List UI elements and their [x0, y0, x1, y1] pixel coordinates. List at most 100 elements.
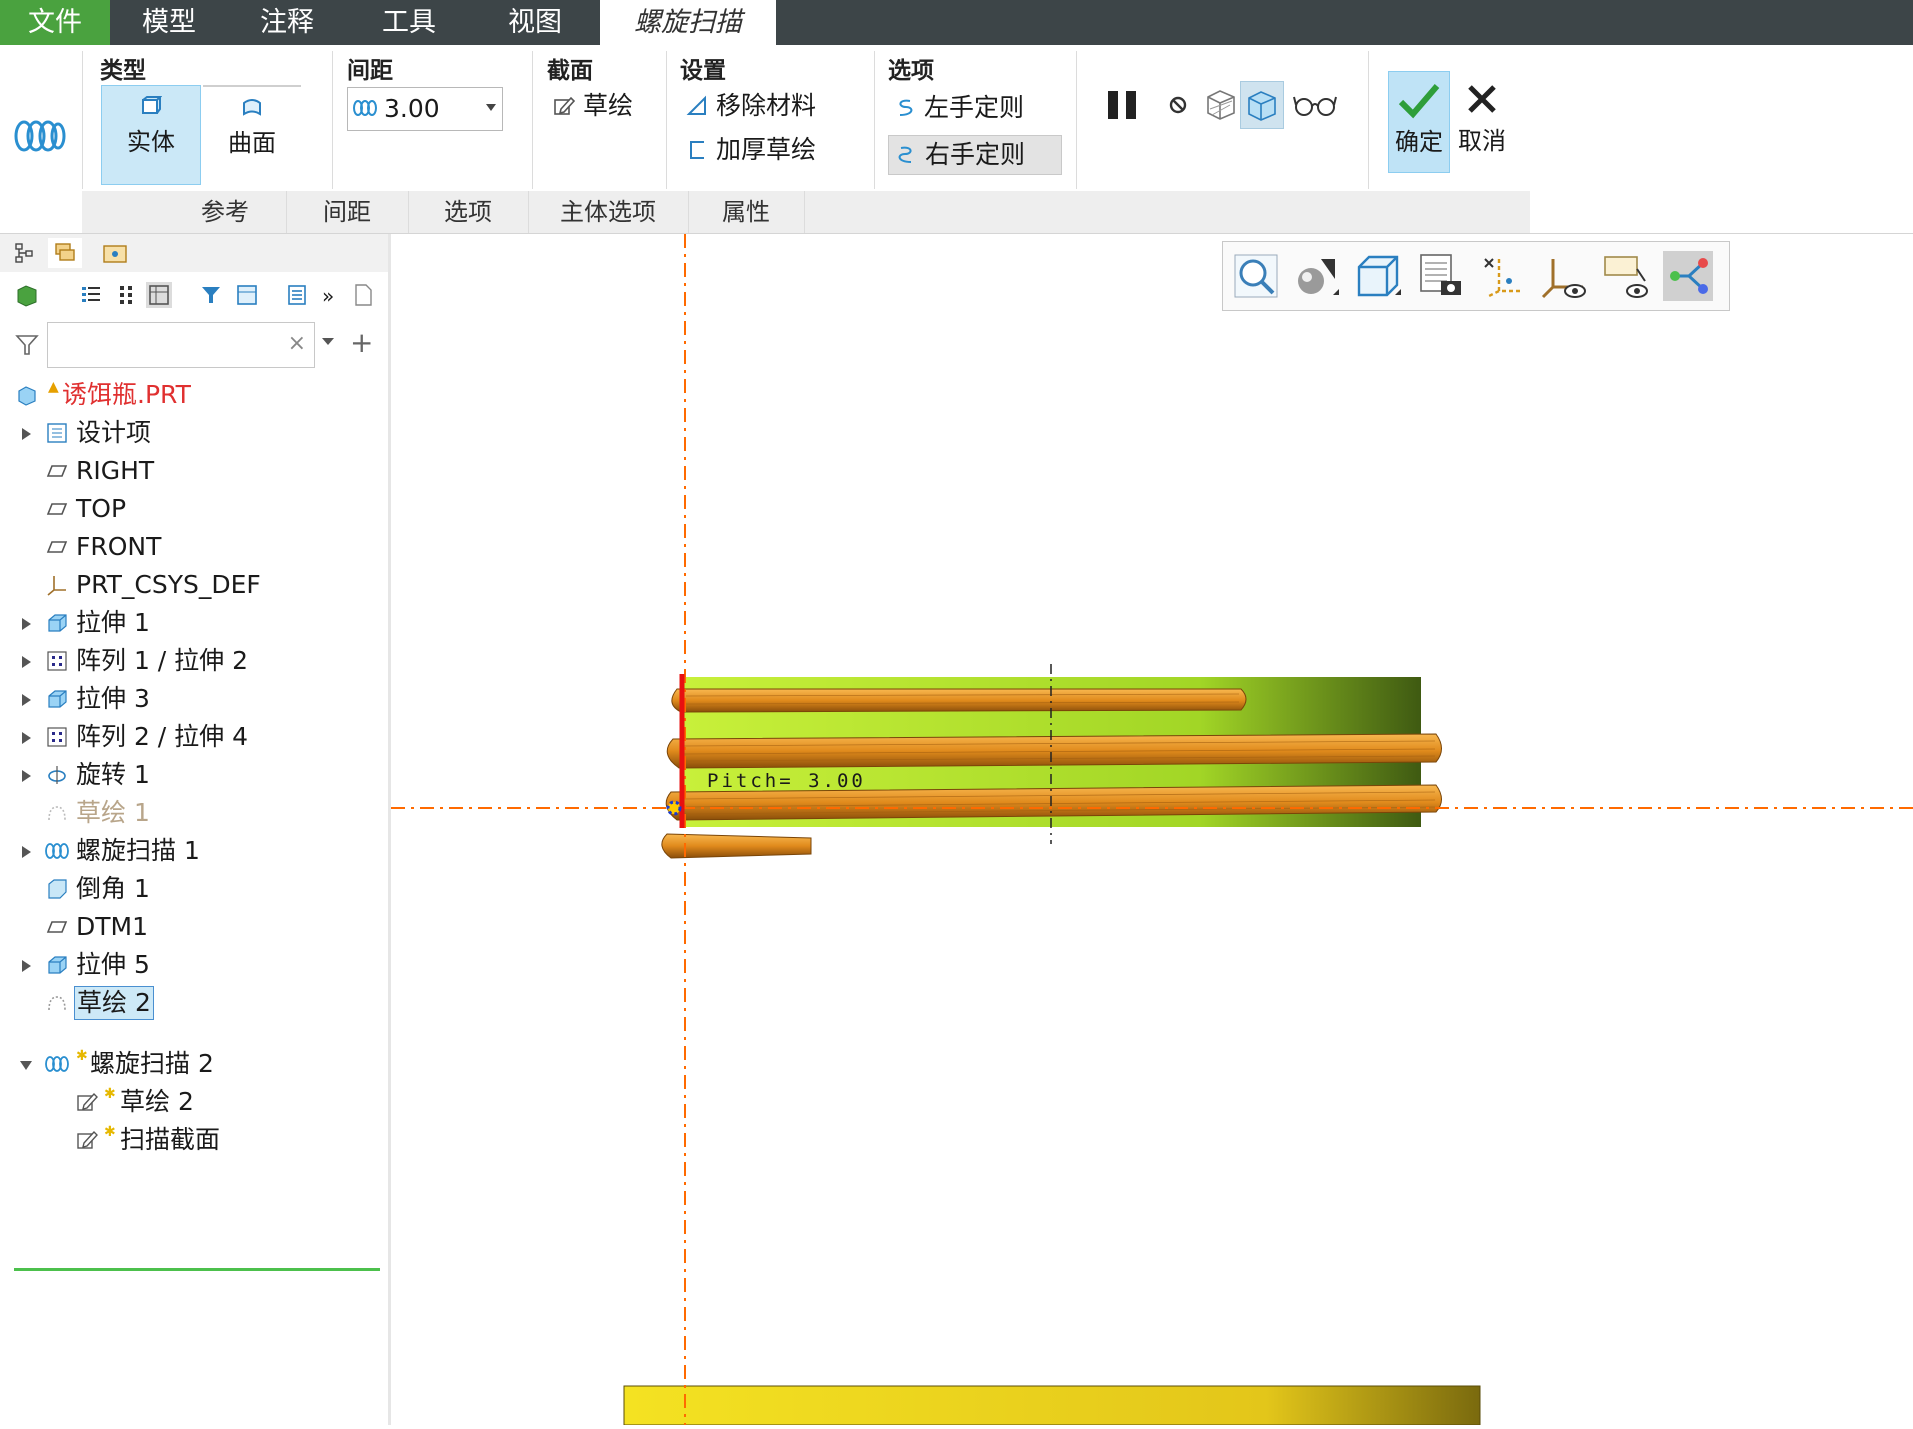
- tree-item-label: 阵列 1 / 拉伸 2: [76, 646, 249, 675]
- helical-sweep-icon: [45, 1056, 69, 1072]
- tree-columns-icon[interactable]: [114, 282, 140, 308]
- filter-tree-icon[interactable]: [198, 282, 224, 308]
- shading-icon[interactable]: [1291, 251, 1341, 301]
- expand-icon[interactable]: [22, 732, 31, 744]
- model-view[interactable]: Pitch= 3.00: [391, 234, 1913, 1426]
- start-point-handle[interactable]: [666, 800, 682, 816]
- verify-mode-button[interactable]: [1290, 81, 1342, 127]
- solid-button[interactable]: 实体: [101, 85, 201, 185]
- helical-sweep-icon: [45, 843, 69, 859]
- sketch-button[interactable]: 草绘: [547, 87, 673, 125]
- saved-views-icon[interactable]: [1353, 251, 1403, 301]
- tree-item-label: DTM1: [76, 912, 148, 941]
- no-preview-button[interactable]: [1158, 81, 1200, 127]
- tab-pitch[interactable]: 间距: [286, 191, 409, 233]
- expand-icon[interactable]: [22, 618, 31, 630]
- favorites-tab[interactable]: [98, 238, 132, 268]
- list-icon[interactable]: [78, 282, 104, 308]
- ribbon-body: 类型 实体 曲面 间距 3.00 截面 草绘 设置 移除材料 加厚草绘 选项 左…: [0, 45, 1530, 233]
- thicken-sketch-button[interactable]: 加厚草绘: [680, 131, 866, 169]
- ribbon: 类型 实体 曲面 间距 3.00 截面 草绘 设置 移除材料 加厚草绘 选项 左…: [0, 45, 1913, 234]
- tree-item-label: TOP: [76, 494, 127, 523]
- right-hand-rule-button[interactable]: 右手定则: [888, 135, 1062, 175]
- add-icon[interactable]: +: [350, 326, 373, 359]
- bottle-body[interactable]: [623, 1385, 1481, 1426]
- pitch-icon: [353, 100, 377, 116]
- feature-preview-button[interactable]: [1240, 81, 1284, 129]
- tree-search-input[interactable]: ×: [47, 322, 315, 368]
- collapse-icon[interactable]: [20, 1061, 32, 1070]
- extrude-icon: [48, 956, 67, 974]
- sketch-label: 草绘: [583, 91, 634, 120]
- pitch-dropdown[interactable]: 3.00: [347, 87, 503, 131]
- tab-helical-sweep[interactable]: 螺旋扫描: [600, 0, 776, 45]
- tab-body-options[interactable]: 主体选项: [528, 191, 689, 233]
- funnel-icon: [15, 335, 39, 355]
- spin-center-icon[interactable]: [1663, 251, 1713, 301]
- cancel-label: 取消: [1458, 127, 1506, 155]
- insert-indicator[interactable]: [14, 1268, 380, 1271]
- right-hand-helix-icon: [898, 146, 912, 163]
- close-icon: [1468, 85, 1496, 113]
- chamfer-icon: [48, 879, 67, 899]
- pause-icon: [1108, 91, 1136, 119]
- expand-icon[interactable]: [22, 960, 31, 972]
- tab-annotate[interactable]: 注释: [228, 0, 346, 45]
- graphics-window[interactable]: Pitch= 3.00: [391, 234, 1913, 1426]
- tree-icon: [15, 243, 33, 263]
- datum-plane-icon: [46, 503, 68, 515]
- chevron-right-icon[interactable]: »: [322, 284, 334, 308]
- tree-item-label: 拉伸 1: [76, 608, 150, 637]
- expand-icon[interactable]: [22, 846, 31, 858]
- pattern-icon: [47, 727, 67, 747]
- tree-item-label: 草绘 1: [76, 798, 150, 827]
- left-hand-rule-button[interactable]: 左手定则: [888, 89, 1060, 127]
- remove-material-icon: [686, 95, 706, 115]
- tab-view[interactable]: 视图: [472, 0, 598, 45]
- ok-button[interactable]: 确定: [1388, 71, 1450, 173]
- surface-button[interactable]: 曲面: [203, 85, 301, 185]
- zoom-icon[interactable]: [1231, 251, 1281, 301]
- expand-icon[interactable]: [22, 428, 31, 440]
- expand-icon[interactable]: [22, 656, 31, 668]
- tab-properties[interactable]: 属性: [688, 191, 805, 233]
- extrude-icon: [48, 614, 67, 632]
- sketch-edit-icon: [77, 1092, 98, 1111]
- layer-tree-tab[interactable]: [48, 238, 82, 268]
- view-toolbar: [1222, 241, 1730, 311]
- document-icon[interactable]: [350, 282, 376, 308]
- new-feature-icon: ✱: [76, 1048, 88, 1064]
- sketch-icon: [554, 96, 575, 115]
- tab-model[interactable]: 模型: [110, 0, 228, 45]
- show-icon[interactable]: [284, 282, 310, 308]
- remove-material-button[interactable]: 移除材料: [680, 87, 866, 125]
- chevron-down-icon[interactable]: [322, 338, 334, 345]
- table-icon[interactable]: [146, 282, 172, 308]
- tree-item-label: 拉伸 5: [76, 950, 150, 979]
- expand-icon[interactable]: [22, 770, 31, 782]
- expand-icon[interactable]: [22, 694, 31, 706]
- view-manager-icon[interactable]: [1415, 251, 1465, 301]
- datum-display-icon[interactable]: [1477, 251, 1527, 301]
- tab-tools[interactable]: 工具: [346, 0, 472, 45]
- tree-item-label: 拉伸 3: [76, 684, 150, 713]
- model-tree-tab[interactable]: [8, 238, 42, 268]
- tab-options[interactable]: 选项: [408, 191, 529, 233]
- cancel-button[interactable]: 取消: [1452, 71, 1512, 171]
- pause-button[interactable]: [1102, 81, 1144, 127]
- settings-tree-icon[interactable]: [234, 282, 260, 308]
- tree-item-label: 设计项: [76, 418, 152, 447]
- preview-mesh-button[interactable]: [1200, 81, 1242, 127]
- tab-file[interactable]: 文件: [0, 0, 110, 45]
- tab-references[interactable]: 参考: [164, 191, 287, 233]
- layers-icon: [55, 243, 75, 261]
- part-icon[interactable]: [14, 282, 40, 308]
- datum-plane-icon: [46, 921, 68, 933]
- sketch-icon: [48, 996, 66, 1011]
- pitch-value: 3.00: [384, 94, 440, 123]
- glasses-icon: [1293, 96, 1337, 116]
- clear-icon[interactable]: ×: [288, 331, 306, 356]
- pitch-dimension[interactable]: Pitch= 3.00: [707, 770, 866, 792]
- csys-display-icon[interactable]: [1539, 251, 1589, 301]
- annotation-display-icon[interactable]: [1601, 251, 1651, 301]
